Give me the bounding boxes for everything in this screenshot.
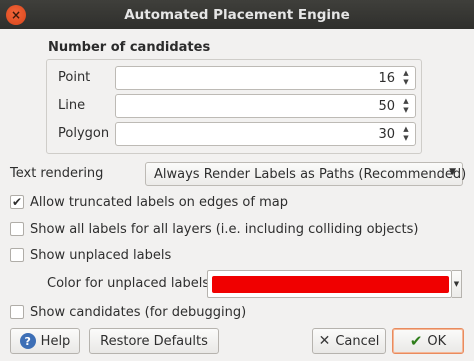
chevron-down-icon: ▼ [449,167,456,177]
cancel-button[interactable]: ✕ Cancel [312,328,386,354]
line-label: Line [58,98,86,113]
help-button-label: Help [40,333,71,349]
line-candidates-spinbox[interactable]: 50 ▲ ▼ [115,94,416,118]
show-all-labels-checkbox-row[interactable]: Show all labels for all layers (i.e. inc… [10,220,418,238]
show-unplaced-label: Show unplaced labels [30,247,172,263]
polygon-candidates-value[interactable]: 30 [378,127,395,142]
color-menu-dropdown[interactable]: ▼ [452,270,462,298]
unplaced-color-swatch [212,276,449,293]
text-rendering-label: Text rendering [10,166,104,181]
cancel-icon: ✕ [318,333,331,349]
allow-truncated-label: Allow truncated labels on edges of map [30,194,288,210]
unplaced-color-label: Color for unplaced labels [47,276,210,291]
point-candidates-spinbox[interactable]: 16 ▲ ▼ [115,66,416,90]
text-rendering-selected: Always Render Labels as Paths (Recommend… [154,167,467,182]
close-icon: × [10,8,22,22]
allow-truncated-checkbox[interactable]: ✔ [10,195,24,209]
spin-arrows-icon[interactable]: ▲ ▼ [399,96,413,116]
spin-arrows-icon[interactable]: ▲ ▼ [399,68,413,88]
show-all-labels-checkbox[interactable] [10,222,24,236]
show-candidates-label: Show candidates (for debugging) [30,304,247,320]
point-candidates-row: Point 16 ▲ ▼ [58,66,418,92]
help-button[interactable]: ? Help [10,328,80,354]
polygon-candidates-spinbox[interactable]: 30 ▲ ▼ [115,122,416,146]
window-title: Automated Placement Engine [124,6,350,23]
help-icon: ? [19,333,36,349]
line-candidates-row: Line 50 ▲ ▼ [58,94,418,120]
ok-check-icon: ✔ [409,332,423,350]
unplaced-color-button[interactable] [207,270,452,298]
show-unplaced-checkbox[interactable] [10,248,24,262]
window-close-button[interactable]: × [6,5,26,25]
polygon-candidates-row: Polygon 30 ▲ ▼ [58,122,418,148]
show-candidates-checkbox[interactable] [10,305,24,319]
chevron-down-icon: ▼ [453,280,460,288]
line-candidates-value[interactable]: 50 [378,99,395,114]
restore-defaults-button[interactable]: Restore Defaults [89,328,219,354]
allow-truncated-checkbox-row[interactable]: ✔ Allow truncated labels on edges of map [10,193,288,211]
point-candidates-value[interactable]: 16 [378,71,395,86]
spin-arrows-icon[interactable]: ▲ ▼ [399,124,413,144]
show-all-labels-label: Show all labels for all layers (i.e. inc… [30,221,419,237]
polygon-label: Polygon [58,126,110,141]
cancel-button-label: Cancel [335,333,380,349]
show-candidates-checkbox-row[interactable]: Show candidates (for debugging) [10,303,246,321]
ok-button-label: OK [427,333,447,349]
point-label: Point [58,70,91,85]
restore-defaults-label: Restore Defaults [100,333,208,349]
title-bar: × Automated Placement Engine [0,0,474,29]
candidates-group-title: Number of candidates [48,40,211,55]
text-rendering-select[interactable]: Always Render Labels as Paths (Recommend… [145,162,467,186]
ok-button[interactable]: ✔ OK [392,328,464,354]
show-unplaced-checkbox-row[interactable]: Show unplaced labels [10,246,171,264]
